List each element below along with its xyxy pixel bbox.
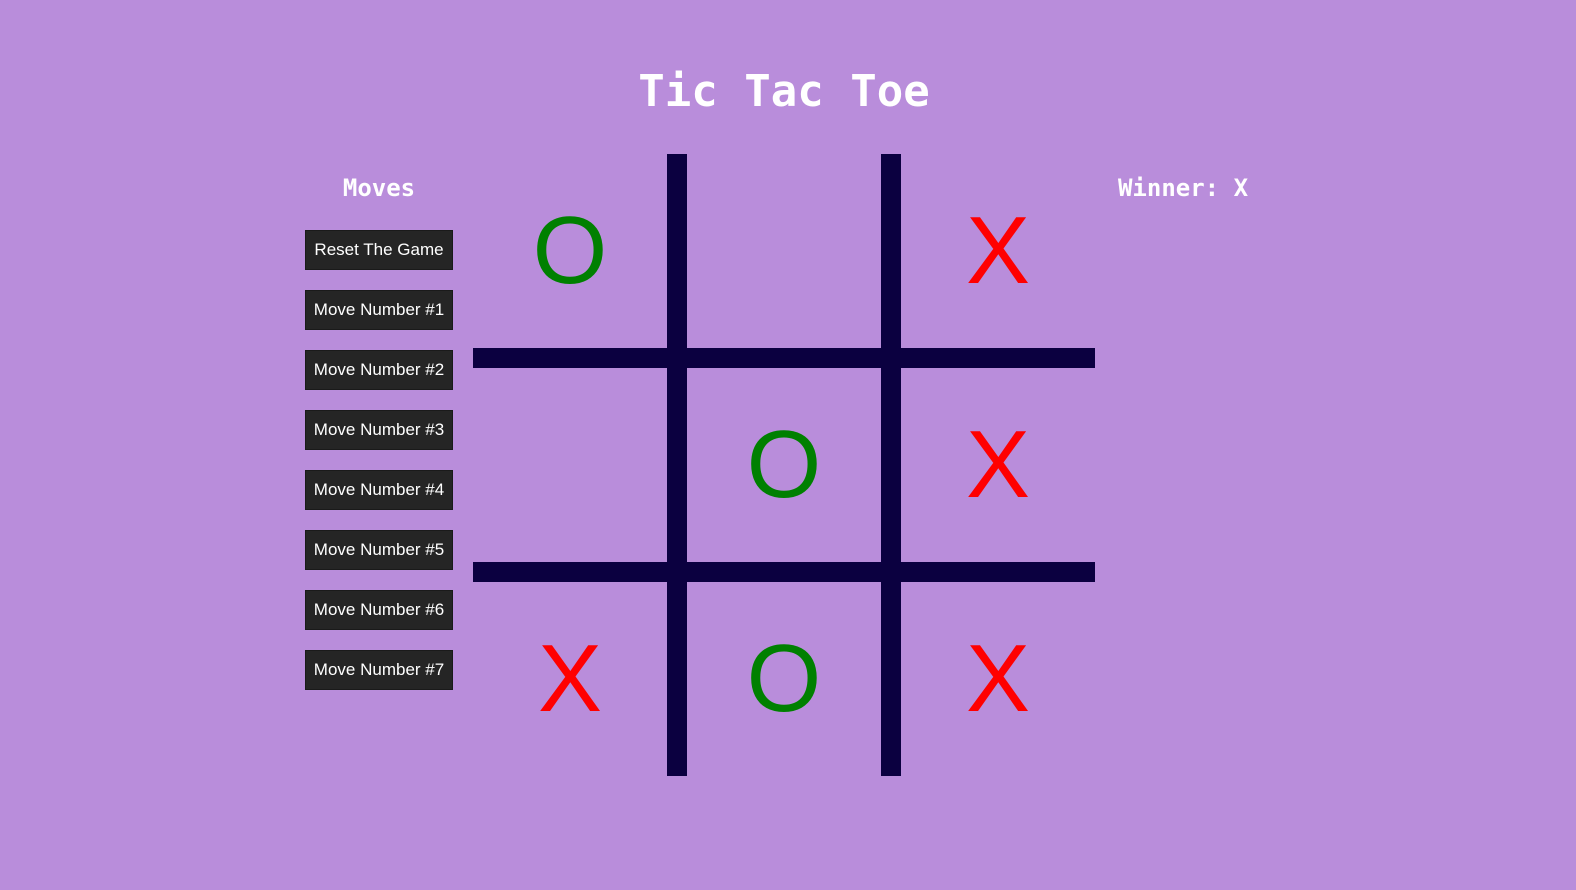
move-2-button[interactable]: Move Number #2 — [305, 350, 453, 390]
move-list-item: Move Number #1 — [305, 290, 453, 330]
board-cell-1[interactable]: O — [473, 154, 667, 348]
move-4-button[interactable]: Move Number #4 — [305, 470, 453, 510]
move-list-item: Reset The Game — [305, 230, 453, 270]
board-cell-7[interactable]: X — [473, 582, 667, 776]
moves-heading: Moves — [342, 174, 416, 202]
moves-panel: Moves Reset The Game Move Number #1 Move… — [305, 170, 453, 710]
move-5-button[interactable]: Move Number #5 — [305, 530, 453, 570]
board-cell-3[interactable]: X — [901, 154, 1095, 348]
move-list-item: Move Number #7 — [305, 650, 453, 690]
board-cell-4[interactable] — [473, 368, 667, 562]
move-list: Reset The Game Move Number #1 Move Numbe… — [305, 230, 453, 690]
move-3-button[interactable]: Move Number #3 — [305, 410, 453, 450]
grid-line-vertical-2 — [881, 154, 901, 776]
move-list-item: Move Number #2 — [305, 350, 453, 390]
grid-line-horizontal-2 — [473, 562, 1095, 582]
move-1-button[interactable]: Move Number #1 — [305, 290, 453, 330]
move-list-item: Move Number #4 — [305, 470, 453, 510]
move-7-button[interactable]: Move Number #7 — [305, 650, 453, 690]
move-list-item: Move Number #6 — [305, 590, 453, 630]
move-list-item: Move Number #3 — [305, 410, 453, 450]
board-cell-8[interactable]: O — [687, 582, 881, 776]
board-cell-9[interactable]: X — [901, 582, 1095, 776]
winner-status: Winner: X — [1117, 174, 1249, 202]
game-board: O X O X X O X — [473, 154, 1095, 776]
board-cell-5[interactable]: O — [687, 368, 881, 562]
grid-line-horizontal-1 — [473, 348, 1095, 368]
grid-line-vertical-1 — [667, 154, 687, 776]
move-list-item: Move Number #5 — [305, 530, 453, 570]
game-title: Tic Tac Toe — [638, 66, 930, 117]
board-cell-6[interactable]: X — [901, 368, 1095, 562]
reset-game-button[interactable]: Reset The Game — [305, 230, 453, 270]
move-6-button[interactable]: Move Number #6 — [305, 590, 453, 630]
board-cell-2[interactable] — [687, 154, 881, 348]
